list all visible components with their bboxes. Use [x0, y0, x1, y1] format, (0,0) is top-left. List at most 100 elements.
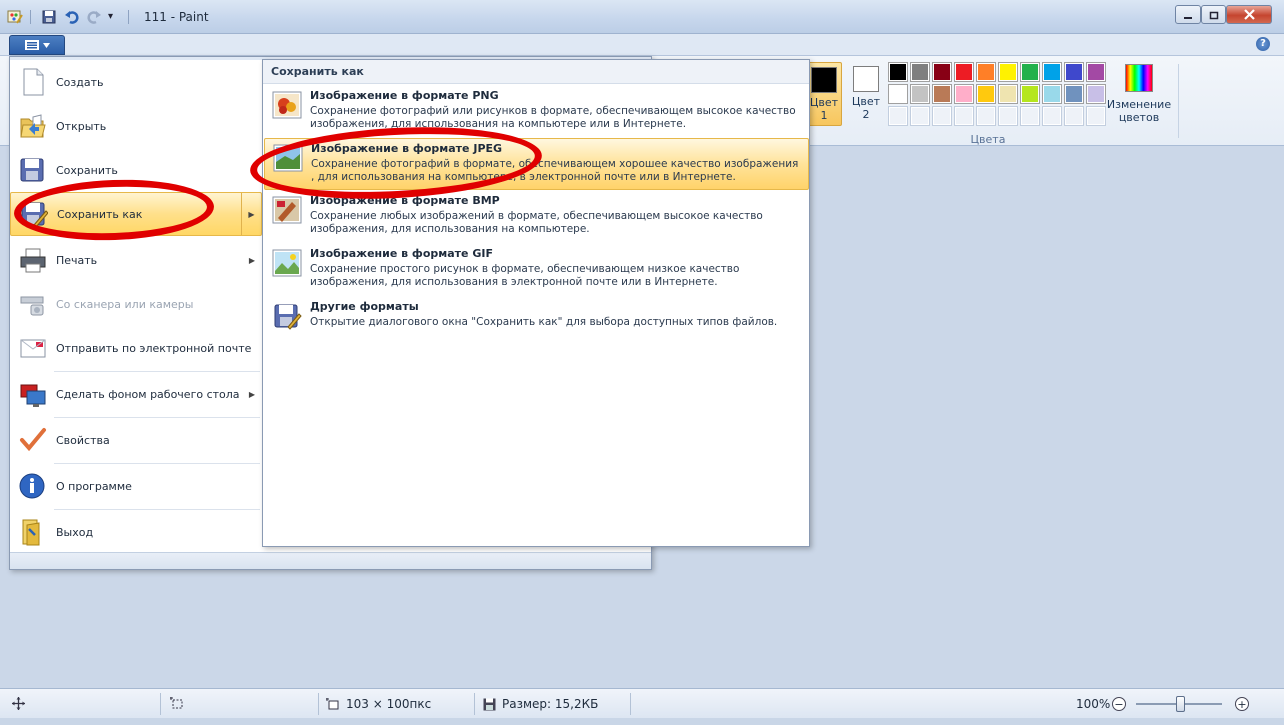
color2-button[interactable]: Цвет 2: [848, 62, 884, 126]
menu-item-exit[interactable]: Выход: [10, 510, 262, 554]
menu-item-print[interactable]: Печать ▶: [10, 238, 262, 282]
minimize-button[interactable]: [1175, 5, 1201, 24]
save-as-other-formats[interactable]: Другие форматы Открытие диалогового окна…: [264, 297, 809, 349]
palette-custom-slot[interactable]: [932, 106, 952, 126]
palette-custom-slot[interactable]: [888, 106, 908, 126]
submenu-item-heading: Изображение в формате JPEG: [311, 142, 503, 155]
palette-color-swatch[interactable]: [1020, 84, 1040, 104]
menu-item-properties[interactable]: Свойства: [10, 418, 262, 462]
save-as-bmp[interactable]: Изображение в формате BMP Сохранение люб…: [264, 191, 809, 243]
status-separator: [318, 693, 319, 715]
menu-item-label: Выход: [56, 525, 94, 539]
menu-item-open[interactable]: Открыть: [10, 104, 262, 148]
palette-custom-slot[interactable]: [1042, 106, 1062, 126]
submenu-item-description: Сохранение любых изображений в формате, …: [310, 210, 763, 235]
palette-color-swatch[interactable]: [1042, 62, 1062, 82]
menu-item-from-scanner[interactable]: Со сканера или камеры: [10, 282, 262, 326]
palette-color-swatch[interactable]: [932, 84, 952, 104]
selection-icon: [170, 697, 183, 709]
palette-color-swatch[interactable]: [1020, 62, 1040, 82]
cursor-position: [12, 697, 25, 710]
palette-color-swatch[interactable]: [998, 62, 1018, 82]
zoom-out-button[interactable]: −: [1112, 697, 1126, 711]
menu-icon: [24, 40, 39, 50]
submenu-item-heading: Изображение в формате BMP: [310, 194, 500, 207]
palette-color-swatch[interactable]: [1064, 84, 1084, 104]
menu-item-label: Сохранить: [56, 163, 118, 177]
submenu-item-heading: Изображение в формате GIF: [310, 247, 493, 260]
menu-item-label: О программе: [56, 479, 132, 493]
palette-color-swatch[interactable]: [1042, 84, 1062, 104]
palette-color-swatch[interactable]: [1086, 84, 1106, 104]
edit-colors-line2: цветов: [1118, 111, 1160, 124]
palette-color-swatch[interactable]: [888, 62, 908, 82]
paint-app-icon[interactable]: [7, 9, 23, 25]
ribbon-separator: [1178, 64, 1179, 138]
menu-item-new[interactable]: Создать: [10, 60, 262, 104]
menu-item-save[interactable]: Сохранить: [10, 148, 262, 192]
gif-image-icon: [272, 249, 302, 277]
close-button[interactable]: [1226, 5, 1272, 24]
palette-custom-slot[interactable]: [1064, 106, 1084, 126]
minimize-icon: [1184, 16, 1192, 19]
submenu-item-description: Сохранение фотографий в формате, обеспеч…: [311, 158, 799, 183]
dimensions-text: 103 × 100пкс: [346, 697, 432, 711]
png-image-icon: [272, 91, 302, 119]
color1-button[interactable]: Цвет 1: [806, 62, 842, 126]
colors-group-label: Цвета: [970, 133, 1006, 146]
color1-label-line2: 1: [820, 109, 828, 122]
submenu-arrow-icon: ▶: [248, 255, 256, 265]
customize-quick-access-button[interactable]: ▾: [108, 11, 113, 22]
title-separator: [128, 10, 129, 24]
app-menu-button[interactable]: [9, 35, 65, 55]
palette-custom-slot[interactable]: [1020, 106, 1040, 126]
save-as-jpeg[interactable]: Изображение в формате JPEG Сохранение фо…: [264, 138, 809, 190]
submenu-item-description: Сохранение фотографий или рисунков в фор…: [310, 105, 796, 130]
window-title: 111 - Paint: [144, 10, 209, 24]
dimensions-icon: [326, 697, 339, 709]
palette-custom-slot[interactable]: [910, 106, 930, 126]
menu-item-about[interactable]: О программе: [10, 464, 262, 508]
palette-custom-slot[interactable]: [1086, 106, 1106, 126]
save-as-gif[interactable]: Изображение в формате GIF Сохранение про…: [264, 244, 809, 296]
help-icon[interactable]: ?: [1256, 37, 1270, 51]
redo-icon[interactable]: [86, 9, 102, 25]
submenu-arrow-icon: ▶: [248, 389, 256, 399]
menu-item-label: Сохранить как: [57, 207, 143, 221]
palette-color-swatch[interactable]: [932, 62, 952, 82]
palette-color-swatch[interactable]: [954, 84, 974, 104]
menu-item-set-desktop-background[interactable]: Сделать фоном рабочего стола ▶: [10, 372, 262, 416]
save-icon[interactable]: [41, 9, 57, 25]
save-as-png[interactable]: Изображение в формате PNG Сохранение фот…: [264, 86, 809, 138]
save-as-submenu: Сохранить как Изображение в формате PNG …: [262, 59, 810, 547]
checkmark-icon: [20, 428, 46, 452]
palette-color-swatch[interactable]: [888, 84, 908, 104]
palette-color-swatch[interactable]: [910, 84, 930, 104]
palette-custom-slot[interactable]: [954, 106, 974, 126]
menu-item-save-as[interactable]: Сохранить как ▶: [10, 192, 262, 236]
palette-custom-slot[interactable]: [976, 106, 996, 126]
palette-color-swatch[interactable]: [954, 62, 974, 82]
maximize-button[interactable]: [1201, 5, 1226, 24]
palette-color-swatch[interactable]: [998, 84, 1018, 104]
palette-color-swatch[interactable]: [1064, 62, 1084, 82]
zoom-in-button[interactable]: +: [1235, 697, 1249, 711]
palette-color-swatch[interactable]: [976, 84, 996, 104]
title-bar: ▾ 111 - Paint: [0, 0, 1284, 34]
palette-color-swatch[interactable]: [910, 62, 930, 82]
submenu-item-description: Сохранение простого рисунок в формате, о…: [310, 263, 740, 288]
zoom-level-text: 100%: [1076, 697, 1111, 711]
menu-item-send-email[interactable]: Отправить по электронной почте: [10, 326, 262, 370]
app-menu-list: Создать Открыть Сохранить Сохранить как …: [10, 60, 262, 552]
palette-custom-slot[interactable]: [998, 106, 1018, 126]
undo-icon[interactable]: [64, 9, 80, 25]
palette-color-swatch[interactable]: [976, 62, 996, 82]
edit-colors-button[interactable]: Изменение цветов: [1106, 62, 1172, 124]
status-separator: [630, 693, 631, 715]
status-separator: [160, 693, 161, 715]
file-size: Размер: 15,2КБ: [483, 697, 598, 711]
zoom-slider-thumb[interactable]: [1176, 696, 1185, 712]
palette-color-swatch[interactable]: [1086, 62, 1106, 82]
color1-label-line1: Цвет: [809, 96, 839, 109]
file-size-text: Размер: 15,2КБ: [502, 697, 599, 711]
